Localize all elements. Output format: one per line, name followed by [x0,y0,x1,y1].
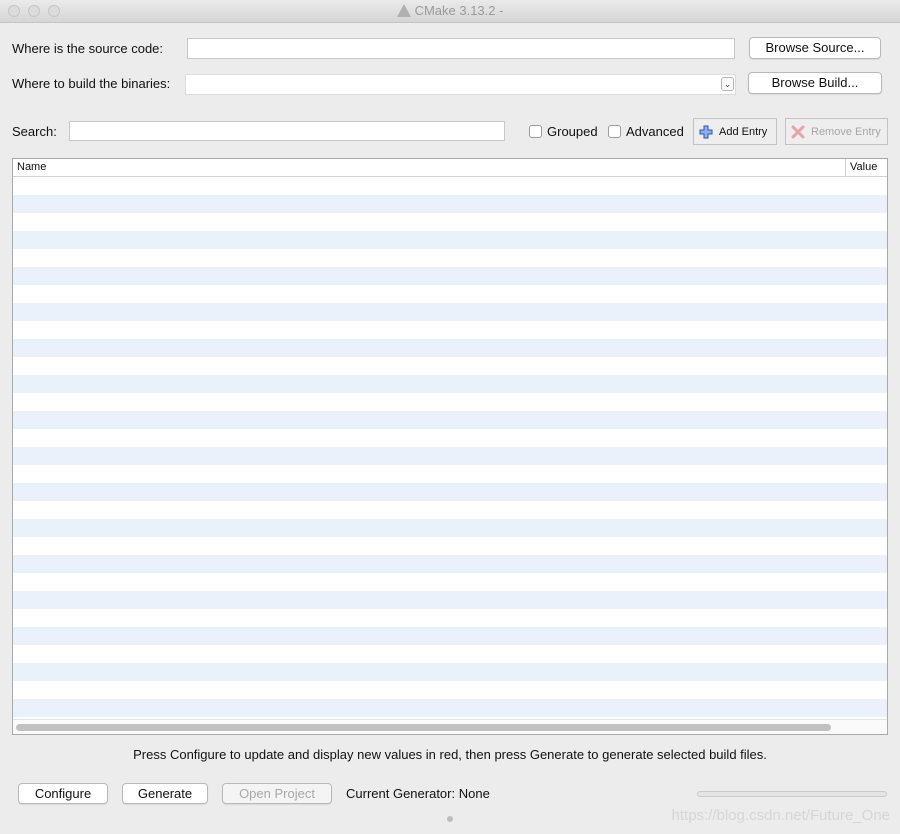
cmake-logo-icon [396,4,411,17]
table-row[interactable] [13,555,887,573]
title-bar: CMake 3.13.2 - [0,0,900,23]
source-label: Where is the source code: [12,41,164,56]
window-title-text: CMake 3.13.2 - [414,3,504,18]
watermark-text: https://blog.csdn.net/Future_One [671,807,890,824]
build-combobox[interactable]: ⌄ [185,74,736,95]
column-divider[interactable] [845,159,846,176]
current-generator-text: Current Generator: None [346,786,490,801]
build-label: Where to build the binaries: [12,76,171,91]
grouped-label[interactable]: Grouped [547,124,598,139]
table-row[interactable] [13,627,887,645]
table-row[interactable] [13,303,887,321]
search-input[interactable] [69,121,505,141]
resize-grip[interactable] [447,816,453,822]
cache-table[interactable]: Name Value [12,158,888,735]
table-body [13,177,887,717]
table-row[interactable] [13,609,887,627]
table-row[interactable] [13,645,887,663]
scrollbar-thumb[interactable] [16,724,831,731]
table-row[interactable] [13,681,887,699]
remove-entry-label: Remove Entry [811,125,881,138]
table-row[interactable] [13,447,887,465]
info-message: Press Configure to update and display ne… [133,747,767,762]
column-header-value[interactable]: Value [850,161,877,173]
table-row[interactable] [13,573,887,591]
advanced-checkbox[interactable] [608,125,621,138]
table-row[interactable] [13,519,887,537]
configure-button[interactable]: Configure [18,783,108,804]
x-icon [791,125,805,138]
browse-source-button[interactable]: Browse Source... [749,37,881,59]
table-row[interactable] [13,429,887,447]
chevron-down-icon[interactable]: ⌄ [721,77,734,91]
table-row[interactable] [13,483,887,501]
table-row[interactable] [13,195,887,213]
advanced-label[interactable]: Advanced [626,124,684,139]
window-title: CMake 3.13.2 - [0,3,900,18]
table-row[interactable] [13,267,887,285]
table-row[interactable] [13,501,887,519]
table-row[interactable] [13,699,887,717]
column-header-name[interactable]: Name [17,161,46,173]
table-row[interactable] [13,285,887,303]
table-row[interactable] [13,231,887,249]
search-label: Search: [12,124,57,139]
table-row[interactable] [13,249,887,267]
table-row[interactable] [13,465,887,483]
table-row[interactable] [13,321,887,339]
table-row[interactable] [13,177,887,195]
plus-icon [699,125,713,138]
table-row[interactable] [13,357,887,375]
table-header: Name Value [13,159,887,177]
add-entry-button[interactable]: Add Entry [693,118,777,145]
progress-bar [697,791,887,797]
table-row[interactable] [13,537,887,555]
table-row[interactable] [13,411,887,429]
generate-button[interactable]: Generate [122,783,208,804]
table-row[interactable] [13,393,887,411]
table-row[interactable] [13,339,887,357]
remove-entry-button[interactable]: Remove Entry [785,118,888,145]
grouped-checkbox[interactable] [529,125,542,138]
table-row[interactable] [13,375,887,393]
open-project-button[interactable]: Open Project [222,783,332,804]
table-row[interactable] [13,663,887,681]
source-input[interactable] [187,38,735,59]
horizontal-scrollbar[interactable] [13,719,887,734]
table-row[interactable] [13,213,887,231]
table-row[interactable] [13,591,887,609]
add-entry-label: Add Entry [719,125,768,138]
browse-build-button[interactable]: Browse Build... [748,72,882,94]
